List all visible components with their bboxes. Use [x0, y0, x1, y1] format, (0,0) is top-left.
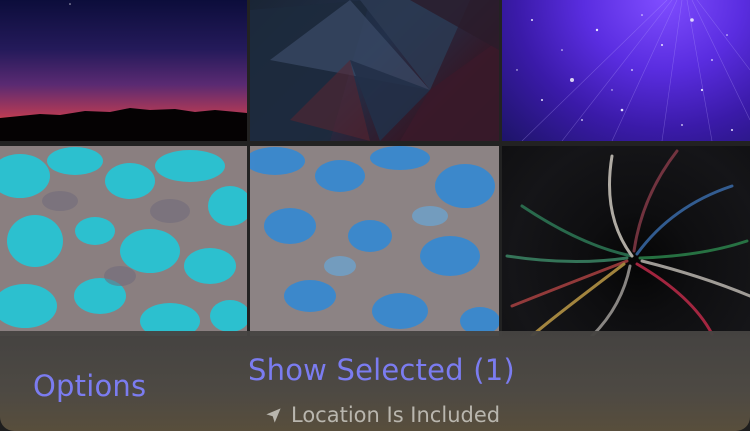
photo-tile-swirl[interactable]	[502, 146, 750, 336]
bottom-toolbar: Options Show Selected (1) Location Is In…	[0, 331, 750, 431]
photo-grid	[0, 0, 750, 336]
photo-tile-cyan-blobs[interactable]	[0, 146, 247, 336]
sunset-image	[0, 3, 247, 141]
cyan-blob-image	[0, 147, 247, 336]
options-button[interactable]: Options	[33, 369, 146, 403]
show-selected-button[interactable]: Show Selected (1)	[248, 353, 515, 387]
photo-tile-geometric[interactable]	[250, 0, 499, 141]
swirl-image	[505, 149, 750, 336]
blue-blob-image	[250, 146, 499, 335]
location-info: Location Is Included	[264, 403, 500, 427]
geometric-image	[250, 0, 499, 141]
starfield-image	[516, 0, 750, 141]
location-arrow-icon	[266, 407, 281, 423]
photo-tile-starfield[interactable]	[502, 0, 750, 141]
photo-tile-blue-blobs[interactable]	[250, 146, 499, 336]
photo-tile-sunset[interactable]	[0, 0, 247, 141]
location-label: Location Is Included	[291, 403, 501, 427]
